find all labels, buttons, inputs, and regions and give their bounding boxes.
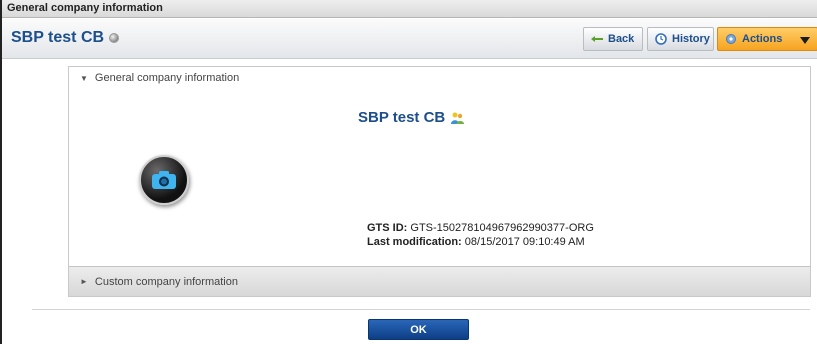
page-title: SBP test CB: [11, 29, 120, 47]
people-icon[interactable]: [450, 111, 465, 125]
gts-id-value: GTS-150278104967962990377-ORG: [410, 222, 594, 234]
actions-icon: [725, 33, 737, 45]
gts-id: GTS ID: GTS-150278104967962990377-ORG: [367, 222, 594, 234]
page-title-text: SBP test CB: [11, 29, 105, 46]
expanded-arrow-icon: ▼: [80, 73, 88, 83]
history-icon: [655, 33, 667, 45]
company-info-panel: ▼ General company information SBP test C…: [68, 66, 811, 297]
company-name-text: SBP test CB: [358, 109, 446, 126]
back-button-label: Back: [608, 33, 635, 45]
window-titlebar: General company information: [2, 0, 817, 18]
last-modification: Last modification: 08/15/2017 09:10:49 A…: [367, 236, 585, 248]
ok-button-label: OK: [410, 323, 427, 336]
ok-button[interactable]: OK: [368, 319, 469, 340]
footer-divider: [32, 309, 810, 310]
back-arrow-icon: [591, 33, 603, 45]
custom-section-label: Custom company information: [94, 275, 238, 288]
window-title: General company information: [7, 2, 163, 14]
custom-section-header[interactable]: ► Custom company information: [69, 266, 810, 296]
status-icon: [109, 33, 120, 43]
header-bar: SBP test CB Back History Actions: [2, 19, 817, 59]
camera-icon[interactable]: [139, 155, 189, 205]
history-button[interactable]: History: [647, 27, 714, 51]
collapsed-arrow-icon: ►: [80, 277, 88, 286]
last-modification-value: 08/15/2017 09:10:49 AM: [464, 236, 585, 248]
last-modification-label: Last modification:: [367, 236, 462, 248]
history-button-label: History: [672, 33, 710, 45]
actions-button-label: Actions: [742, 33, 783, 45]
gts-id-label: GTS ID:: [367, 222, 408, 234]
general-section-label: General company information: [94, 72, 240, 84]
back-button[interactable]: Back: [583, 27, 643, 51]
dialog-window: General company information SBP test CB …: [0, 0, 817, 344]
general-section-header[interactable]: ▼ General company information: [69, 67, 810, 89]
chevron-down-icon: [800, 37, 810, 44]
actions-button[interactable]: Actions: [717, 27, 817, 51]
company-name: SBP test CB: [358, 109, 465, 126]
